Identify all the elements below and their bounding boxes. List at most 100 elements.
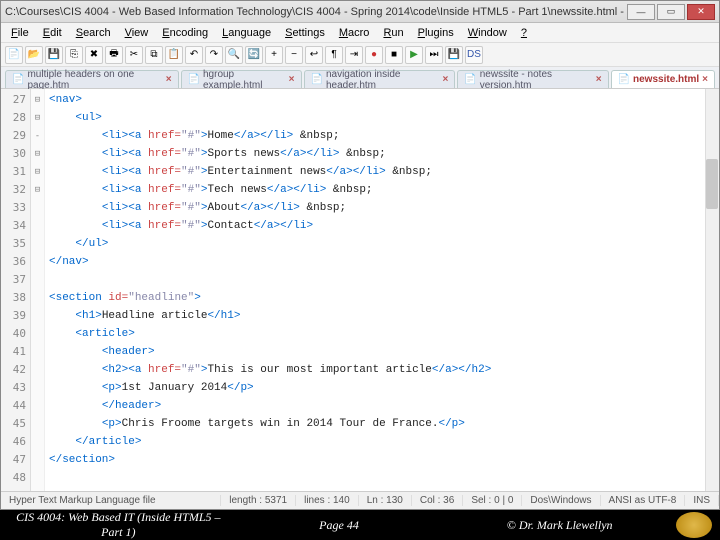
close-button[interactable]: ✕	[687, 4, 715, 20]
code-line[interactable]: </nav>	[49, 253, 715, 271]
menu-language[interactable]: Language	[216, 25, 277, 41]
scrollbar-thumb[interactable]	[706, 159, 718, 209]
fold-marker[interactable]: ⊟	[31, 145, 44, 163]
maximize-button[interactable]: ▭	[657, 4, 685, 20]
status-lines: lines : 140	[296, 495, 359, 506]
code-line[interactable]: <ul>	[49, 109, 715, 127]
menu-window[interactable]: Window	[462, 25, 513, 41]
code-line[interactable]: <p>Chris Froome targets win in 2014 Tour…	[49, 415, 715, 433]
file-icon: 📄	[188, 74, 200, 85]
close-tab-icon[interactable]: ×	[596, 74, 602, 85]
code-line[interactable]: </ul>	[49, 235, 715, 253]
tab-multiple-headers-on-one-page-htm[interactable]: 📄multiple headers on one page.htm ×	[5, 70, 179, 88]
close-tab-icon[interactable]: ×	[442, 74, 448, 85]
replace-icon[interactable]: 🔄	[245, 46, 263, 64]
app-window: C:\Courses\CIS 4004 - Web Based Informat…	[0, 0, 720, 510]
menu-?[interactable]: ?	[515, 25, 533, 41]
status-sel: Sel : 0 | 0	[463, 495, 522, 506]
code-line[interactable]: </header>	[49, 397, 715, 415]
menu-macro[interactable]: Macro	[333, 25, 376, 41]
spellcheck-icon[interactable]: DS	[465, 46, 483, 64]
file-icon: 📄	[12, 74, 24, 85]
paste-icon[interactable]: 📋	[165, 46, 183, 64]
zoom-out-icon[interactable]: −	[285, 46, 303, 64]
fold-marker[interactable]: ⊟	[31, 109, 44, 127]
footer-copyright: © Dr. Mark Llewellyn	[449, 518, 670, 533]
close-file-icon[interactable]: ✖	[85, 46, 103, 64]
titlebar: C:\Courses\CIS 4004 - Web Based Informat…	[1, 1, 719, 23]
code-line[interactable]: <li><a href="#">Tech news</a></li> &nbsp…	[49, 181, 715, 199]
show-all-icon[interactable]: ¶	[325, 46, 343, 64]
code-line[interactable]: <h1>Headline article</h1>	[49, 307, 715, 325]
vertical-scrollbar[interactable]	[705, 89, 719, 491]
code-area[interactable]: <nav> <ul> <li><a href="#">Home</a></li>…	[45, 89, 719, 491]
menubar: FileEditSearchViewEncodingLanguageSettin…	[1, 23, 719, 43]
play-macro-icon[interactable]: ▶	[405, 46, 423, 64]
menu-encoding[interactable]: Encoding	[156, 25, 214, 41]
code-line[interactable]: <li><a href="#">Entertainment news</a></…	[49, 163, 715, 181]
code-line[interactable]	[49, 469, 715, 487]
menu-view[interactable]: View	[119, 25, 155, 41]
code-line[interactable]: <li><a href="#">Contact</a></li>	[49, 217, 715, 235]
fold-marker[interactable]: ⊟	[31, 163, 44, 181]
save-icon[interactable]: 💾	[45, 46, 63, 64]
close-tab-icon[interactable]: ×	[702, 74, 708, 85]
tab-navigation-inside-header-htm[interactable]: 📄navigation inside header.htm ×	[304, 70, 456, 88]
footer-page: Page 44	[229, 518, 450, 533]
status-filetype: Hyper Text Markup Language file	[1, 495, 221, 506]
status-col: Col : 36	[412, 495, 463, 506]
menu-search[interactable]: Search	[70, 25, 117, 41]
stop-macro-icon[interactable]: ■	[385, 46, 403, 64]
zoom-in-icon[interactable]: +	[265, 46, 283, 64]
file-icon: 📄	[311, 74, 323, 85]
minimize-button[interactable]: —	[627, 4, 655, 20]
code-line[interactable]: <article>	[49, 325, 715, 343]
code-line[interactable]	[49, 271, 715, 289]
copy-icon[interactable]: ⧉	[145, 46, 163, 64]
fold-marker[interactable]: ⊟	[31, 181, 44, 199]
close-tab-icon[interactable]: ×	[166, 74, 172, 85]
cut-icon[interactable]: ✂	[125, 46, 143, 64]
tab-hgroup-example-html[interactable]: 📄hgroup example.html ×	[181, 70, 302, 88]
tab-label: hgroup example.html	[203, 69, 286, 91]
code-line[interactable]: </section>	[49, 451, 715, 469]
fold-gutter: ⊟⊟-⊟⊟⊟	[31, 89, 45, 491]
code-line[interactable]: <h2><a href="#">This is our most importa…	[49, 361, 715, 379]
close-tab-icon[interactable]: ×	[289, 74, 295, 85]
menu-run[interactable]: Run	[377, 25, 409, 41]
indent-icon[interactable]: ⇥	[345, 46, 363, 64]
wordwrap-icon[interactable]: ↩	[305, 46, 323, 64]
code-line[interactable]: <nav>	[49, 91, 715, 109]
code-line[interactable]: <header>	[49, 343, 715, 361]
code-line[interactable]: <li><a href="#">Home</a></li> &nbsp;	[49, 127, 715, 145]
menu-file[interactable]: File	[5, 25, 35, 41]
print-icon[interactable]: 🖶	[105, 46, 123, 64]
play-multi-icon[interactable]: ⏭	[425, 46, 443, 64]
code-line[interactable]: <section id="headline">	[49, 289, 715, 307]
code-line[interactable]: <p>1st January 2014</p>	[49, 379, 715, 397]
tabbar: 📄multiple headers on one page.htm ×📄hgro…	[1, 67, 719, 89]
fold-marker[interactable]: ⊟	[31, 91, 44, 109]
status-encoding: ANSI as UTF-8	[601, 495, 686, 506]
status-eol: Dos\Windows	[522, 495, 600, 506]
footer-course: CIS 4004: Web Based IT (Inside HTML5 – P…	[8, 510, 229, 540]
tab-newssite-html[interactable]: 📄newssite.html ×	[611, 70, 715, 88]
file-icon: 📄	[618, 74, 630, 85]
save-all-icon[interactable]: ⎘	[65, 46, 83, 64]
open-icon[interactable]: 📂	[25, 46, 43, 64]
fold-marker[interactable]: -	[31, 127, 44, 145]
redo-icon[interactable]: ↷	[205, 46, 223, 64]
menu-plugins[interactable]: Plugins	[412, 25, 460, 41]
save-macro-icon[interactable]: 💾	[445, 46, 463, 64]
ucf-logo-icon	[676, 512, 712, 538]
new-file-icon[interactable]: 📄	[5, 46, 23, 64]
undo-icon[interactable]: ↶	[185, 46, 203, 64]
find-icon[interactable]: 🔍	[225, 46, 243, 64]
menu-settings[interactable]: Settings	[279, 25, 331, 41]
record-macro-icon[interactable]: ●	[365, 46, 383, 64]
tab-newssite-notes-version-htm[interactable]: 📄newssite - notes version.htm ×	[457, 70, 608, 88]
code-line[interactable]: <li><a href="#">Sports news</a></li> &nb…	[49, 145, 715, 163]
code-line[interactable]: </article>	[49, 433, 715, 451]
code-line[interactable]: <li><a href="#">About</a></li> &nbsp;	[49, 199, 715, 217]
menu-edit[interactable]: Edit	[37, 25, 68, 41]
